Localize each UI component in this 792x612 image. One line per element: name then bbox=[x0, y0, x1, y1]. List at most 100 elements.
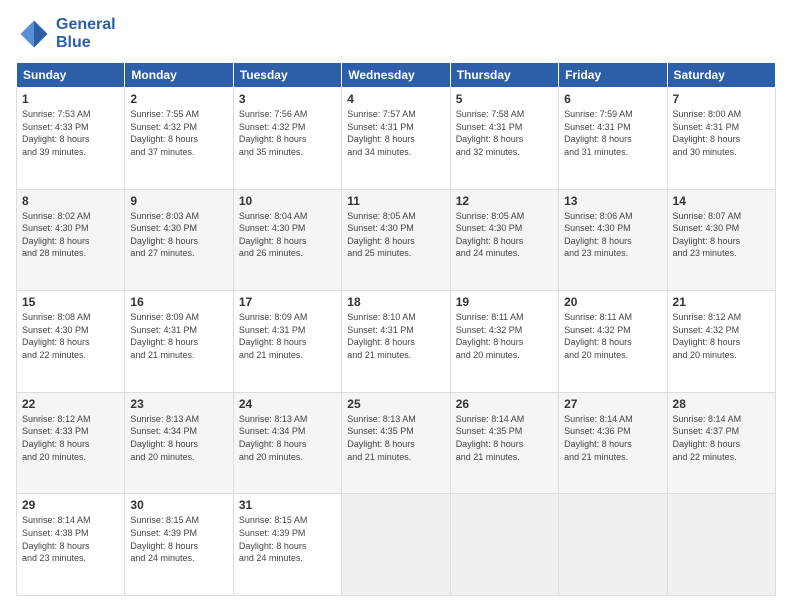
day-number: 6 bbox=[564, 92, 661, 106]
day-number: 17 bbox=[239, 295, 336, 309]
calendar-cell: 29 Sunrise: 8:14 AMSunset: 4:38 PMDayligh… bbox=[17, 494, 125, 596]
calendar-cell bbox=[667, 494, 775, 596]
day-number: 25 bbox=[347, 397, 444, 411]
calendar-cell: 24Sunrise: 8:13 AMSunset: 4:34 PMDayligh… bbox=[233, 392, 341, 494]
day-detail: Sunrise: 8:02 AMSunset: 4:30 PMDaylight:… bbox=[22, 210, 119, 260]
calendar-cell: 7 Sunrise: 8:00 AMSunset: 4:31 PMDaylight… bbox=[667, 88, 775, 190]
calendar: SundayMondayTuesdayWednesdayThursdayFrid… bbox=[16, 62, 776, 596]
day-number: 9 bbox=[130, 194, 227, 208]
day-detail: Sunrise: 8:08 AMSunset: 4:30 PMDaylight:… bbox=[22, 311, 119, 361]
day-detail: Sunrise: 8:05 AMSunset: 4:30 PMDaylight:… bbox=[347, 210, 444, 260]
day-number: 16 bbox=[130, 295, 227, 309]
logo: General Blue bbox=[16, 16, 116, 52]
day-detail: Sunrise: 7:59 AMSunset: 4:31 PMDaylight:… bbox=[564, 108, 661, 158]
weekday-header-wednesday: Wednesday bbox=[342, 63, 450, 88]
day-detail: Sunrise: 8:15 AMSunset: 4:39 PMDaylight:… bbox=[239, 514, 336, 564]
calendar-cell: 30 Sunrise: 8:15 AMSunset: 4:39 PMDayligh… bbox=[125, 494, 233, 596]
calendar-cell: 15 Sunrise: 8:08 AMSunset: 4:30 PMDayligh… bbox=[17, 291, 125, 393]
day-detail: Sunrise: 8:05 AMSunset: 4:30 PMDaylight:… bbox=[456, 210, 553, 260]
day-detail: Sunrise: 8:11 AMSunset: 4:32 PMDaylight:… bbox=[456, 311, 553, 361]
day-number: 5 bbox=[456, 92, 553, 106]
day-detail: Sunrise: 7:58 AMSunset: 4:31 PMDaylight:… bbox=[456, 108, 553, 158]
calendar-cell: 18 Sunrise: 8:10 AMSunset: 4:31 PMDayligh… bbox=[342, 291, 450, 393]
day-number: 8 bbox=[22, 194, 119, 208]
day-detail: Sunrise: 8:14 AMSunset: 4:36 PMDaylight:… bbox=[564, 413, 661, 463]
calendar-cell: 5 Sunrise: 7:58 AMSunset: 4:31 PMDaylight… bbox=[450, 88, 558, 190]
calendar-cell: 3Sunrise: 7:56 AMSunset: 4:32 PMDaylight… bbox=[233, 88, 341, 190]
weekday-header-saturday: Saturday bbox=[667, 63, 775, 88]
calendar-cell bbox=[450, 494, 558, 596]
calendar-cell: 17Sunrise: 8:09 AMSunset: 4:31 PMDayligh… bbox=[233, 291, 341, 393]
day-detail: Sunrise: 8:00 AMSunset: 4:31 PMDaylight:… bbox=[673, 108, 770, 158]
day-detail: Sunrise: 8:12 AMSunset: 4:32 PMDaylight:… bbox=[673, 311, 770, 361]
calendar-cell: 2 Sunrise: 7:55 AMSunset: 4:32 PMDaylight… bbox=[125, 88, 233, 190]
calendar-cell: 11Sunrise: 8:05 AMSunset: 4:30 PMDayligh… bbox=[342, 189, 450, 291]
calendar-cell: 10 Sunrise: 8:04 AMSunset: 4:30 PMDayligh… bbox=[233, 189, 341, 291]
day-detail: Sunrise: 8:03 AMSunset: 4:30 PMDaylight:… bbox=[130, 210, 227, 260]
day-number: 20 bbox=[564, 295, 661, 309]
day-number: 14 bbox=[673, 194, 770, 208]
calendar-cell: 14 Sunrise: 8:07 AMSunset: 4:30 PMDayligh… bbox=[667, 189, 775, 291]
day-detail: Sunrise: 8:04 AMSunset: 4:30 PMDaylight:… bbox=[239, 210, 336, 260]
logo-icon bbox=[16, 16, 52, 52]
day-detail: Sunrise: 8:13 AMSunset: 4:34 PMDaylight:… bbox=[130, 413, 227, 463]
day-number: 7 bbox=[673, 92, 770, 106]
weekday-header-sunday: Sunday bbox=[17, 63, 125, 88]
weekday-header-tuesday: Tuesday bbox=[233, 63, 341, 88]
weekday-header-thursday: Thursday bbox=[450, 63, 558, 88]
day-number: 29 bbox=[22, 498, 119, 512]
calendar-cell: 19Sunrise: 8:11 AMSunset: 4:32 PMDayligh… bbox=[450, 291, 558, 393]
day-number: 10 bbox=[239, 194, 336, 208]
calendar-cell bbox=[559, 494, 667, 596]
weekday-header-monday: Monday bbox=[125, 63, 233, 88]
logo-text: General Blue bbox=[56, 16, 116, 51]
calendar-cell: 20 Sunrise: 8:11 AMSunset: 4:32 PMDayligh… bbox=[559, 291, 667, 393]
calendar-cell: 9 Sunrise: 8:03 AMSunset: 4:30 PMDaylight… bbox=[125, 189, 233, 291]
day-number: 22 bbox=[22, 397, 119, 411]
calendar-cell bbox=[342, 494, 450, 596]
day-detail: Sunrise: 8:10 AMSunset: 4:31 PMDaylight:… bbox=[347, 311, 444, 361]
calendar-cell: 28Sunrise: 8:14 AMSunset: 4:37 PMDayligh… bbox=[667, 392, 775, 494]
calendar-cell: 22 Sunrise: 8:12 AMSunset: 4:33 PMDayligh… bbox=[17, 392, 125, 494]
day-detail: Sunrise: 8:14 AMSunset: 4:38 PMDaylight:… bbox=[22, 514, 119, 564]
day-detail: Sunrise: 8:14 AMSunset: 4:37 PMDaylight:… bbox=[673, 413, 770, 463]
day-number: 2 bbox=[130, 92, 227, 106]
day-detail: Sunrise: 8:12 AMSunset: 4:33 PMDaylight:… bbox=[22, 413, 119, 463]
calendar-cell: 27 Sunrise: 8:14 AMSunset: 4:36 PMDayligh… bbox=[559, 392, 667, 494]
calendar-cell: 31Sunrise: 8:15 AMSunset: 4:39 PMDayligh… bbox=[233, 494, 341, 596]
calendar-cell: 1 Sunrise: 7:53 AMSunset: 4:33 PMDaylight… bbox=[17, 88, 125, 190]
day-number: 13 bbox=[564, 194, 661, 208]
day-number: 27 bbox=[564, 397, 661, 411]
calendar-cell: 8 Sunrise: 8:02 AMSunset: 4:30 PMDaylight… bbox=[17, 189, 125, 291]
day-number: 12 bbox=[456, 194, 553, 208]
calendar-cell: 26Sunrise: 8:14 AMSunset: 4:35 PMDayligh… bbox=[450, 392, 558, 494]
day-number: 1 bbox=[22, 92, 119, 106]
day-detail: Sunrise: 8:09 AMSunset: 4:31 PMDaylight:… bbox=[130, 311, 227, 361]
day-number: 21 bbox=[673, 295, 770, 309]
calendar-cell: 4Sunrise: 7:57 AMSunset: 4:31 PMDaylight… bbox=[342, 88, 450, 190]
page: General Blue SundayMondayTuesdayWednesda… bbox=[0, 0, 792, 612]
calendar-cell: 6 Sunrise: 7:59 AMSunset: 4:31 PMDaylight… bbox=[559, 88, 667, 190]
calendar-cell: 13 Sunrise: 8:06 AMSunset: 4:30 PMDayligh… bbox=[559, 189, 667, 291]
day-detail: Sunrise: 7:55 AMSunset: 4:32 PMDaylight:… bbox=[130, 108, 227, 158]
day-detail: Sunrise: 8:15 AMSunset: 4:39 PMDaylight:… bbox=[130, 514, 227, 564]
day-detail: Sunrise: 8:06 AMSunset: 4:30 PMDaylight:… bbox=[564, 210, 661, 260]
day-detail: Sunrise: 8:11 AMSunset: 4:32 PMDaylight:… bbox=[564, 311, 661, 361]
header: General Blue bbox=[16, 16, 776, 52]
day-detail: Sunrise: 8:07 AMSunset: 4:30 PMDaylight:… bbox=[673, 210, 770, 260]
calendar-cell: 12 Sunrise: 8:05 AMSunset: 4:30 PMDayligh… bbox=[450, 189, 558, 291]
day-detail: Sunrise: 7:53 AMSunset: 4:33 PMDaylight:… bbox=[22, 108, 119, 158]
calendar-cell: 25 Sunrise: 8:13 AMSunset: 4:35 PMDayligh… bbox=[342, 392, 450, 494]
day-detail: Sunrise: 8:14 AMSunset: 4:35 PMDaylight:… bbox=[456, 413, 553, 463]
calendar-cell: 16 Sunrise: 8:09 AMSunset: 4:31 PMDayligh… bbox=[125, 291, 233, 393]
day-detail: Sunrise: 8:13 AMSunset: 4:35 PMDaylight:… bbox=[347, 413, 444, 463]
day-detail: Sunrise: 7:57 AMSunset: 4:31 PMDaylight:… bbox=[347, 108, 444, 158]
calendar-cell: 21 Sunrise: 8:12 AMSunset: 4:32 PMDayligh… bbox=[667, 291, 775, 393]
weekday-header-friday: Friday bbox=[559, 63, 667, 88]
day-number: 15 bbox=[22, 295, 119, 309]
day-number: 30 bbox=[130, 498, 227, 512]
day-number: 23 bbox=[130, 397, 227, 411]
day-number: 18 bbox=[347, 295, 444, 309]
day-detail: Sunrise: 8:13 AMSunset: 4:34 PMDaylight:… bbox=[239, 413, 336, 463]
calendar-cell: 23 Sunrise: 8:13 AMSunset: 4:34 PMDayligh… bbox=[125, 392, 233, 494]
